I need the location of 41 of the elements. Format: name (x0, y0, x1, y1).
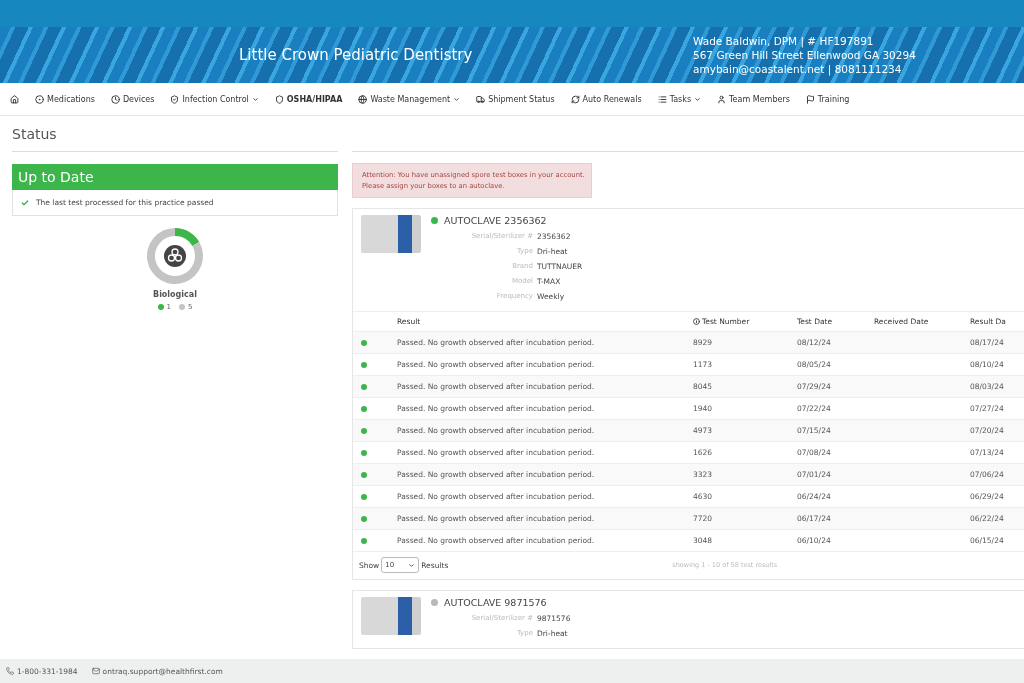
nav-link[interactable]: OSHA/HIPAA (274, 94, 343, 104)
home-icon (10, 94, 19, 104)
shield-icon (274, 94, 284, 104)
page-title: Status (12, 116, 338, 152)
contact-line: Wade Baldwin, DPM | # HF197891 (693, 35, 875, 47)
caret-icon (251, 95, 259, 103)
clock-icon (110, 94, 120, 104)
nav-link[interactable]: Medications (35, 94, 95, 104)
info-icon (693, 318, 700, 325)
nav-link[interactable]: Infection Control (170, 94, 259, 104)
circle-icon (35, 94, 44, 104)
shield-check-icon (170, 94, 180, 104)
refresh-icon (570, 94, 580, 104)
status-heading: Up to Date (12, 164, 338, 190)
nav-link[interactable]: Tasks (657, 94, 702, 104)
nav-link[interactable]: Training (805, 94, 850, 104)
autoclave-name: AUTOCLAVE 2356362 (444, 215, 547, 226)
nav-link[interactable]: Waste Management (358, 94, 461, 104)
autoclave-photo-placeholder (361, 215, 421, 253)
list-icon (657, 94, 667, 104)
nav-link[interactable]: Devices (110, 94, 155, 104)
practice-name: Little Crown Pediatric Dentistry (239, 46, 474, 64)
phone-icon (6, 667, 14, 675)
globe-icon (358, 94, 368, 104)
mail-icon (91, 667, 100, 675)
user-icon (717, 94, 727, 104)
caret-icon (408, 561, 416, 569)
autoclave-photo-placeholder (361, 597, 421, 635)
contact-line: amybain@coastalent.net | 8081111234 (693, 63, 903, 75)
caret-icon (694, 95, 702, 103)
truck-icon (476, 94, 486, 104)
nav-link[interactable]: Team Members (717, 94, 790, 104)
nav-link[interactable]: Shipment Status (476, 94, 555, 104)
nav-link[interactable]: Auto Renewals (570, 94, 642, 104)
check-icon (21, 198, 29, 207)
home-link[interactable] (10, 94, 19, 104)
chart-title: Biological (153, 290, 197, 299)
flag-icon (805, 94, 815, 104)
caret-icon (453, 95, 461, 103)
autoclave-name: AUTOCLAVE 9871576 (444, 597, 547, 608)
contact-line: 567 Green Hill Street Ellenwood GA 30294 (693, 49, 916, 61)
